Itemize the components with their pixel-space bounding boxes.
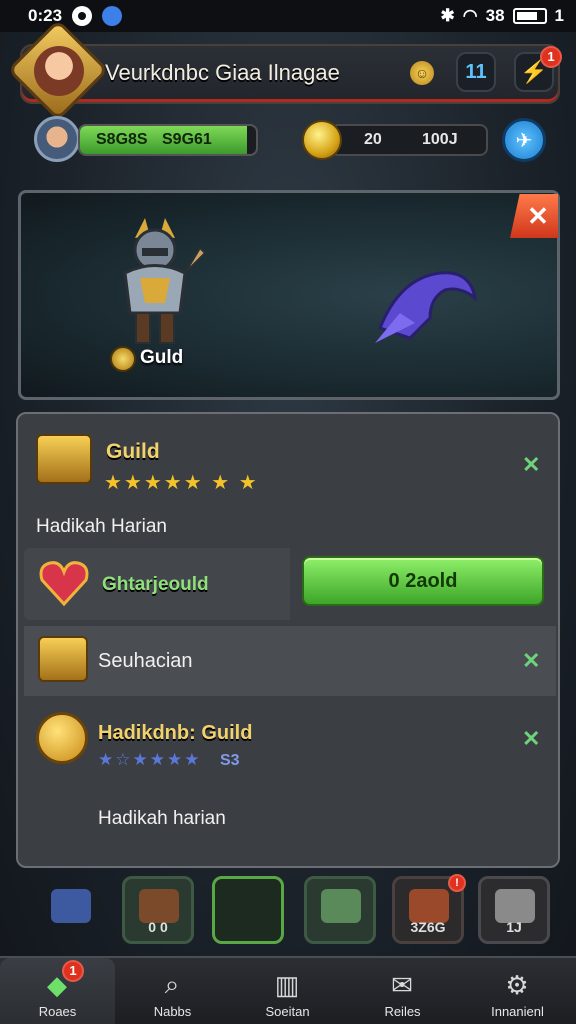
- notification-icon: [72, 6, 93, 26]
- nav-soeitan[interactable]: ▥ Soeitan: [230, 958, 345, 1024]
- player-avatar[interactable]: [34, 46, 84, 96]
- banner-label: Guld: [140, 347, 184, 368]
- chest-icon: [139, 889, 179, 923]
- trophy-icon: [36, 712, 88, 764]
- heart-icon: [39, 561, 89, 607]
- slot-6-label: 1J: [506, 919, 522, 935]
- plane-icon: ✈: [515, 129, 533, 152]
- game-title: Veurkdnbc Giaa Ilnagae: [105, 60, 340, 85]
- inventory-slot-3[interactable]: [212, 876, 284, 944]
- close-guild-icon[interactable]: ✕: [522, 452, 540, 478]
- gold-bar: 20 100J: [330, 124, 488, 156]
- slot-5-label: 3Z6G: [410, 919, 446, 935]
- search-row-label: Seuhacian: [98, 650, 193, 672]
- gold-coin-icon: [302, 120, 342, 160]
- nav-nabbs-label: Nabbs: [153, 1004, 192, 1019]
- guild2-subtitle: Hadikah harian: [98, 808, 226, 829]
- pause-button[interactable]: 11: [456, 52, 496, 92]
- inventory-slot-6[interactable]: 1J: [478, 876, 550, 944]
- slot-2-label: 0 0: [148, 919, 168, 935]
- building-icon: ▥: [274, 969, 300, 1000]
- coin-icon: ☺: [410, 61, 434, 85]
- inventory-slot-1[interactable]: [34, 876, 106, 944]
- app-icon: [102, 6, 123, 26]
- nav-nabbs[interactable]: ⌕ Nabbs: [115, 958, 230, 1024]
- nav-roaes[interactable]: ◆ Roaes: [0, 958, 115, 1024]
- nav-reiles[interactable]: ✉ Reiles: [345, 958, 460, 1024]
- inventory-slot-2[interactable]: 0 0: [122, 876, 194, 944]
- gold-chest-icon: [36, 434, 92, 484]
- signal-text: 38: [485, 6, 505, 25]
- knight-hero-image: [123, 218, 207, 344]
- battery-level: 1: [554, 6, 564, 25]
- guild2-stars: ★☆★★★★: [98, 750, 202, 769]
- claim-gold-button[interactable]: 0 2aold: [302, 556, 544, 606]
- guild-subtitle: Hadikah Harian: [36, 516, 167, 537]
- xp-bar: S8G8S S9G61: [78, 124, 258, 156]
- dark-claw-image: [375, 271, 478, 343]
- pause-label: 11: [465, 60, 487, 83]
- nav-reiles-label: Reiles: [384, 1004, 421, 1019]
- gear-icon: ⚙: [505, 969, 529, 1000]
- inventory-slot-4[interactable]: [304, 876, 376, 944]
- weapon-icon: [409, 889, 449, 923]
- mini-avatar[interactable]: [34, 116, 80, 162]
- xp-right-text: S9G61: [162, 131, 212, 148]
- reward-label: Ghtarjeould: [102, 574, 209, 595]
- guild-stars: ★★★★★ ★ ★: [104, 472, 259, 494]
- gold-right-text: 100J: [422, 131, 458, 148]
- nav-innanienl[interactable]: ⚙ Innanienl: [460, 958, 575, 1024]
- close-guild2-icon[interactable]: ✕: [522, 726, 540, 752]
- nav-innanienl-label: Innanienl: [491, 1004, 544, 1019]
- guild2-stars-count: S3: [220, 752, 240, 769]
- close-search-icon[interactable]: ✕: [522, 648, 540, 674]
- bluetooth-icon: ✱: [440, 6, 455, 25]
- gold-left-text: 20: [364, 131, 382, 148]
- bottom-nav: ◆ Roaes ⌕ Nabbs ▥ Soeitan ✉ Reiles ⚙ Inn…: [0, 956, 576, 1024]
- search-icon: ⌕: [164, 969, 180, 999]
- notification-badge: 1: [540, 46, 562, 68]
- wifi-icon: ◠: [462, 6, 478, 25]
- status-bar: 0:23 ✱ ◠ 38 1: [0, 0, 576, 32]
- box-icon: [38, 636, 88, 682]
- banner-coin-icon: [110, 346, 136, 372]
- backpack-icon: [51, 889, 91, 923]
- guild2-title: Hadikdnb: Guild: [98, 722, 253, 744]
- guild-title: Guild: [106, 440, 160, 463]
- nav-roaes-label: Roaes: [38, 1004, 77, 1019]
- battery-icon: [512, 8, 547, 24]
- potion-icon: [321, 889, 361, 923]
- nav-soeitan-label: Soeitan: [265, 1004, 310, 1019]
- mail-icon: ✉: [391, 969, 413, 1000]
- slot-5-badge: !: [448, 874, 466, 892]
- add-currency-button[interactable]: ✈: [502, 118, 546, 162]
- nav-badge: 1: [62, 960, 84, 982]
- stone-icon: [495, 889, 535, 923]
- xp-left-text: S8G8S: [96, 131, 148, 148]
